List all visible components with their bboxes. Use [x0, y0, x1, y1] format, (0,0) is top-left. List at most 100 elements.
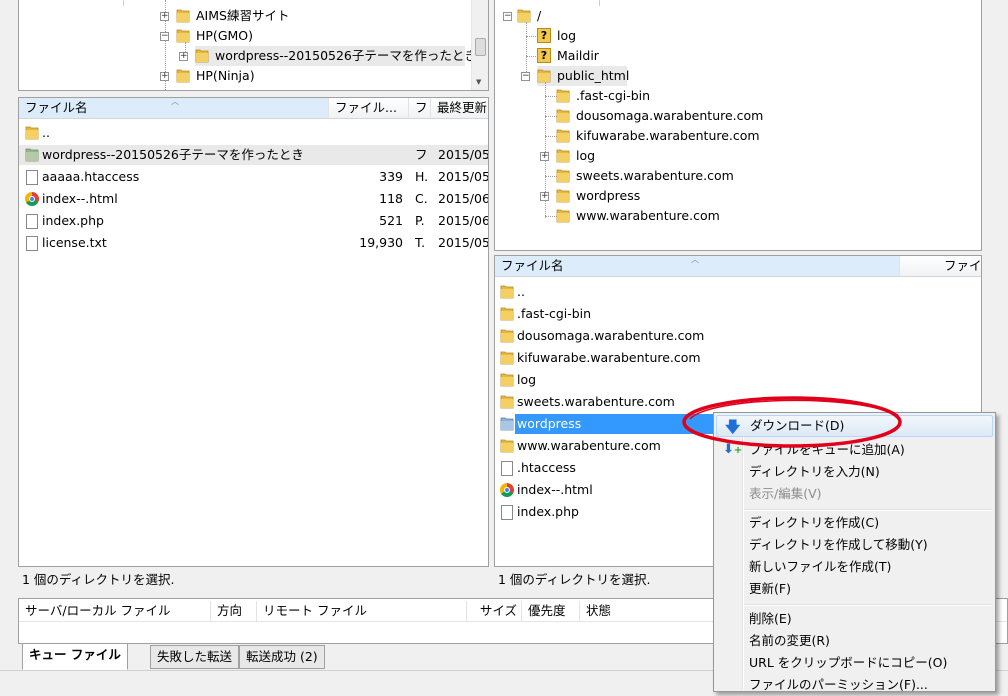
file-type: フ	[415, 147, 428, 162]
column-header-remote-file[interactable]: リモート ファイル	[257, 601, 467, 621]
menu-item-create-new-file[interactable]: 新しいファイルを作成(T)	[716, 556, 993, 578]
file-name: ..	[42, 125, 50, 140]
expand-icon[interactable]: +	[160, 72, 169, 81]
column-header-priority[interactable]: 優先度	[522, 601, 580, 621]
list-item[interactable]: aaaaa.htaccess 339 H. 2015/05/	[19, 167, 488, 187]
tree-header-stub	[19, 0, 124, 6]
unknown-folder-icon: ?	[537, 28, 551, 43]
list-item[interactable]: .fast-cgi-bin	[495, 304, 981, 324]
tab-queued-files[interactable]: キュー ファイル	[22, 643, 128, 670]
folder-icon	[500, 394, 514, 409]
expand-icon[interactable]: +	[160, 12, 169, 21]
tree-item-label: log	[557, 28, 577, 43]
tree-item-label: wordpress--20150526子テーマを作ったとき	[215, 48, 477, 63]
menu-item-label: 更新(F)	[749, 581, 791, 596]
file-name: wordpress--20150526子テーマを作ったとき	[42, 147, 304, 162]
menu-item-create-directory[interactable]: ディレクトリを作成(C)	[716, 512, 993, 534]
file-type: T.	[415, 235, 426, 250]
file-name: ..	[517, 284, 525, 299]
file-modified: 2015/05/	[438, 235, 488, 250]
menu-item-label: ファイルのパーミッション(F)...	[749, 677, 928, 692]
folder-open-icon	[176, 28, 190, 43]
collapse-icon[interactable]: −	[503, 12, 512, 21]
folder-icon	[176, 8, 190, 23]
column-header-size[interactable]: ファイ	[938, 256, 981, 276]
list-item[interactable]: dousomaga.warabenture.com	[495, 326, 981, 346]
menu-item-label: ディレクトリを作成して移動(Y)	[749, 537, 928, 552]
file-name: index.php	[517, 504, 579, 519]
folder-icon	[556, 148, 570, 163]
menu-item-label: 名前の変更(R)	[749, 633, 830, 648]
menu-item-label: 表示/編集(V)	[749, 486, 822, 501]
column-header-modified[interactable]: 最終更新	[431, 98, 488, 118]
menu-item-enter-directory[interactable]: ディレクトリを入力(N)	[716, 461, 993, 483]
column-header-size[interactable]: ファイル...	[329, 98, 409, 118]
list-item[interactable]: wordpress--20150526子テーマを作ったとき フ 2015/05/	[19, 145, 488, 165]
chrome-icon	[25, 192, 39, 206]
list-item[interactable]: index--.html 118 C. 2015/06/	[19, 189, 488, 209]
file-name: log	[517, 372, 537, 387]
folder-icon	[500, 284, 514, 299]
folder-icon	[500, 306, 514, 321]
local-directory-tree[interactable]: + AIMS練習サイト − HP(GMO) + wordpress--20150…	[18, 0, 489, 91]
file-name: index--.html	[42, 191, 118, 206]
sort-arrow-icon: ︿	[691, 256, 699, 264]
collapse-icon[interactable]: −	[521, 72, 530, 81]
column-header-size[interactable]: サイズ	[467, 601, 522, 621]
menu-item-rename[interactable]: 名前の変更(R)	[716, 630, 993, 652]
expand-icon[interactable]: +	[540, 192, 549, 201]
file-modified: 2015/05/	[438, 169, 488, 184]
collapse-icon[interactable]: −	[160, 32, 169, 41]
folder-icon	[500, 328, 514, 343]
list-item[interactable]: log	[495, 370, 981, 390]
list-item[interactable]: ..	[495, 282, 981, 302]
tab-failed-transfers[interactable]: 失敗した転送	[150, 645, 240, 669]
tree-item[interactable]: wordpress--20150526子テーマを作ったとき	[195, 46, 477, 66]
local-status-bar: 1 個のディレクトリを選択.	[18, 569, 489, 591]
menu-item-delete[interactable]: 削除(E)	[716, 608, 993, 630]
file-name: .htaccess	[517, 460, 576, 475]
folder-icon	[556, 208, 570, 223]
file-name: index--.html	[517, 482, 593, 497]
vertical-scrollbar[interactable]: ▼	[471, 0, 488, 90]
column-header-type[interactable]: フ	[409, 98, 431, 118]
unknown-folder-icon: ?	[537, 48, 551, 63]
menu-item-label: 新しいファイルを作成(T)	[749, 559, 892, 574]
folder-icon	[556, 108, 570, 123]
list-item[interactable]: kifuwarabe.warabenture.com	[495, 348, 981, 368]
menu-item-copy-url[interactable]: URL をクリップボードにコピー(O)	[716, 652, 993, 674]
highlight-ellipse-annotation	[682, 396, 902, 448]
file-name: kifuwarabe.warabenture.com	[517, 350, 701, 365]
context-menu[interactable]: 🡇 ダウンロード(D) ⬇+ ファイルをキューに追加(A) ディレクトリを入力(…	[713, 412, 996, 692]
column-header-local-file[interactable]: サーバ/ローカル ファイル	[19, 601, 211, 621]
tree-item-label: public_html	[557, 68, 630, 83]
folder-icon	[556, 168, 570, 183]
local-file-list[interactable]: ファイル名 ︿ ファイル... フ 最終更新 .. wordpress--201…	[18, 97, 489, 567]
menu-item-file-permissions[interactable]: ファイルのパーミッション(F)...	[716, 674, 993, 696]
menu-item-refresh[interactable]: 更新(F)	[716, 578, 993, 600]
folder-icon	[195, 48, 209, 63]
folder-icon	[556, 188, 570, 203]
menu-item-view-edit: 表示/編集(V)	[716, 483, 993, 505]
file-icon	[501, 461, 513, 476]
tree-item-label: dousomaga.warabenture.com	[576, 108, 764, 123]
expand-icon[interactable]: +	[179, 52, 188, 61]
folder-icon	[176, 68, 190, 83]
file-size: 521	[379, 213, 403, 228]
list-item[interactable]: index.php 521 P. 2015/06/	[19, 211, 488, 231]
tree-item[interactable]: public_html	[537, 66, 630, 86]
menu-separator	[744, 604, 992, 606]
remote-directory-tree[interactable]: − / ? log ? Maildir − public_html .fast-…	[494, 0, 982, 251]
folder-icon	[25, 125, 39, 140]
file-name: license.txt	[42, 235, 107, 250]
folder-icon	[556, 88, 570, 103]
tab-successful-transfers[interactable]: 転送成功 (2)	[239, 645, 325, 669]
tree-item-label: HP(Ninja)	[196, 68, 255, 83]
folder-icon	[25, 147, 39, 162]
list-item[interactable]: license.txt 19,930 T. 2015/05/	[19, 233, 488, 253]
expand-icon[interactable]: +	[540, 152, 549, 161]
file-modified: 2015/06/	[438, 191, 488, 206]
list-item[interactable]: ..	[19, 123, 488, 143]
menu-item-create-directory-and-enter[interactable]: ディレクトリを作成して移動(Y)	[716, 534, 993, 556]
column-header-direction[interactable]: 方向	[211, 601, 257, 621]
